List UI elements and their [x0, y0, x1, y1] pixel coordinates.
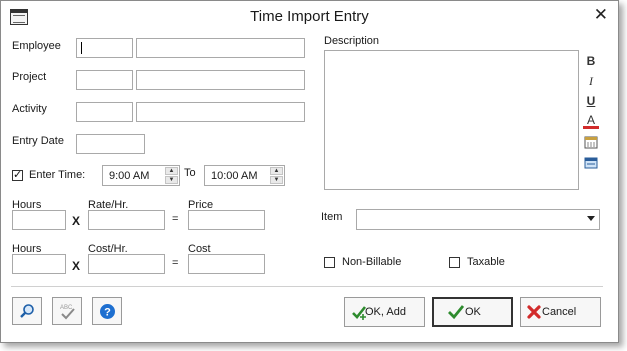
item-label: Item: [321, 211, 343, 223]
text-cursor: [81, 42, 82, 54]
magnifier-icon: [20, 304, 34, 318]
employee-name-field[interactable]: [136, 38, 305, 58]
time-import-entry-window: Time Import Entry ✕ Employee Project Act…: [0, 0, 619, 343]
project-name-field[interactable]: [136, 70, 305, 90]
svg-text:?: ?: [104, 307, 111, 319]
description-label: Description: [324, 35, 380, 47]
multiply-sign: X: [72, 214, 81, 228]
underline-icon[interactable]: U: [583, 93, 599, 109]
cancel-button[interactable]: Cancel: [520, 297, 601, 327]
enter-time-checkbox[interactable]: [12, 168, 23, 181]
spell-check-button[interactable]: ABC: [52, 297, 82, 325]
entry-date-label: Entry Date: [12, 135, 64, 147]
activity-label: Activity: [12, 103, 47, 115]
window-title: Time Import Entry: [250, 8, 369, 25]
end-time-up-arrow-icon[interactable]: ▲: [270, 167, 283, 175]
employee-label: Employee: [12, 40, 61, 52]
equals-sign: =: [172, 257, 179, 269]
multiply-sign: X: [72, 259, 81, 273]
activity-name-field[interactable]: [136, 102, 305, 122]
chevron-down-icon[interactable]: [587, 216, 595, 221]
footer-divider: [11, 286, 603, 287]
help-icon: ?: [100, 304, 115, 319]
item-select[interactable]: [356, 209, 600, 230]
italic-icon[interactable]: I: [583, 73, 599, 89]
price-field[interactable]: [188, 210, 265, 230]
taxable-checkbox[interactable]: [449, 257, 460, 268]
entry-date-field[interactable]: [76, 134, 145, 154]
non-billable-label: Non-Billable: [342, 256, 402, 268]
keyboard-icon[interactable]: [583, 156, 599, 172]
font-color-icon[interactable]: A: [583, 113, 599, 129]
project-code-field[interactable]: [76, 70, 133, 90]
ok-add-button[interactable]: OK, Add: [344, 297, 425, 327]
start-time-down-arrow-icon[interactable]: ▼: [165, 176, 178, 184]
enter-time-label: Enter Time:: [29, 169, 86, 181]
cost-hours-field[interactable]: [12, 254, 66, 274]
start-time-value: 9:00 AM: [109, 170, 150, 182]
project-label: Project: [12, 71, 47, 83]
close-icon[interactable]: ✕: [594, 6, 608, 23]
ok-label: OK: [465, 306, 481, 318]
bold-icon[interactable]: B: [583, 53, 599, 69]
employee-code-field[interactable]: [76, 38, 133, 58]
to-label: To: [184, 167, 196, 179]
svg-text:ABC: ABC: [60, 305, 73, 311]
rate-field[interactable]: [88, 210, 165, 230]
activity-code-field[interactable]: [76, 102, 133, 122]
ok-add-label: OK, Add: [365, 306, 406, 318]
cost-per-hour-field[interactable]: [88, 254, 165, 274]
check-icon: [448, 305, 465, 320]
non-billable-checkbox[interactable]: [324, 257, 335, 268]
help-button[interactable]: ?: [92, 297, 122, 325]
search-button[interactable]: [12, 297, 42, 325]
end-time-picker[interactable]: 10:00 AM ▲ ▼: [204, 165, 285, 186]
cancel-icon: [527, 305, 541, 319]
description-textarea[interactable]: [324, 50, 579, 190]
end-time-value: 10:00 AM: [211, 170, 258, 182]
cancel-label: Cancel: [542, 306, 577, 318]
start-time-up-arrow-icon[interactable]: ▲: [165, 167, 178, 175]
hours-field[interactable]: [12, 210, 66, 230]
cost-field[interactable]: [188, 254, 265, 274]
taxable-label: Taxable: [467, 256, 505, 268]
ok-button[interactable]: OK: [432, 297, 513, 327]
spellcheck-icon: ABC: [60, 305, 75, 320]
end-time-down-arrow-icon[interactable]: ▼: [270, 176, 283, 184]
equals-sign: =: [172, 213, 179, 225]
title-bar: Time Import Entry ✕: [1, 1, 618, 31]
calendar-icon[interactable]: [583, 135, 599, 151]
start-time-picker[interactable]: 9:00 AM ▲ ▼: [102, 165, 180, 186]
